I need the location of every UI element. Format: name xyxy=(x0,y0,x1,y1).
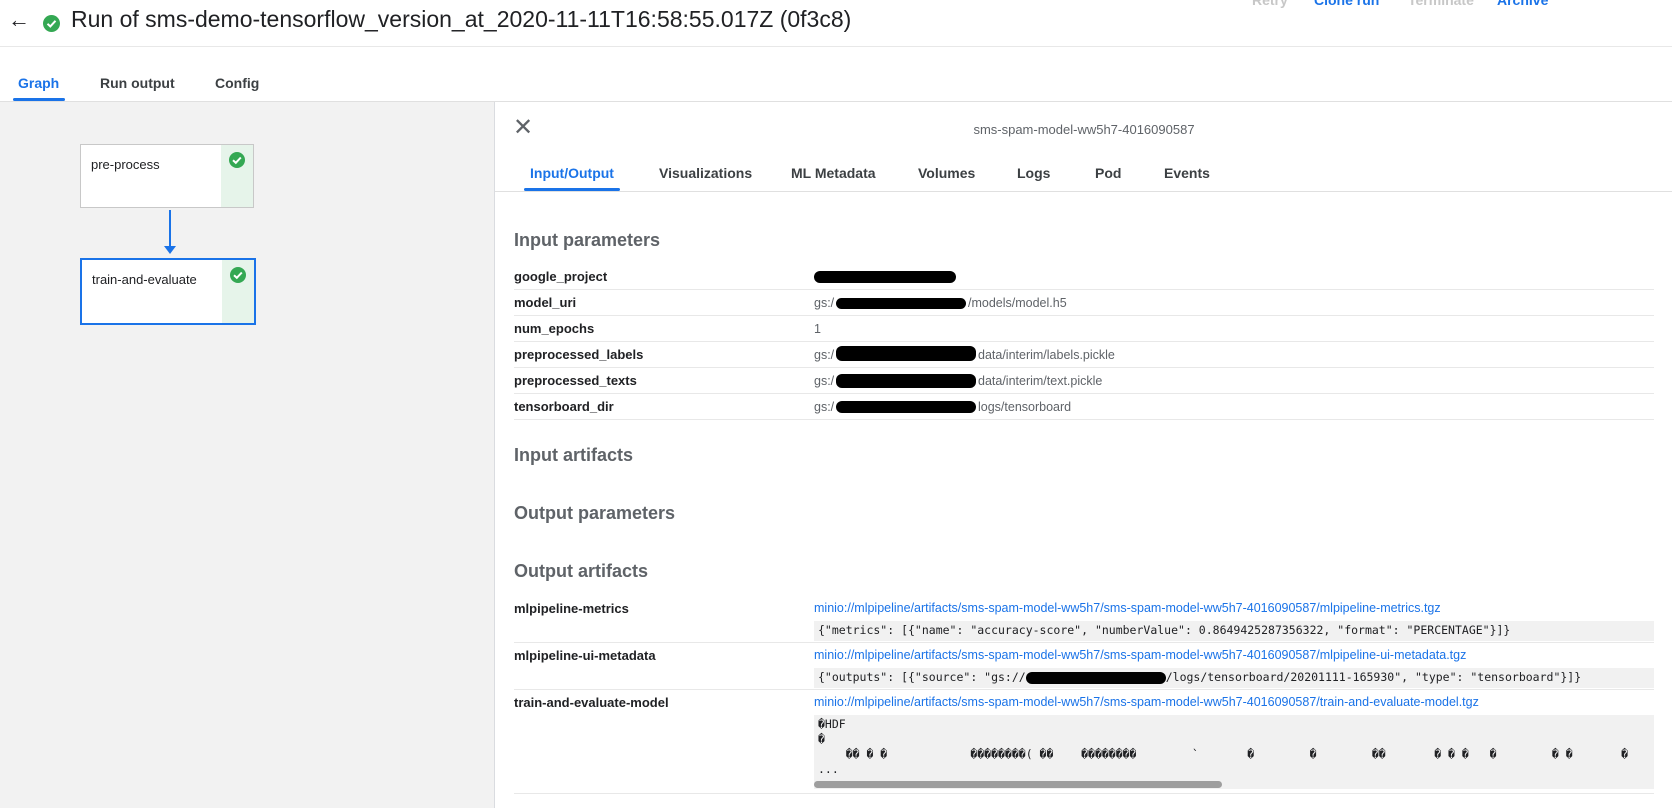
tab-input-output[interactable]: Input/Output xyxy=(530,165,614,181)
tab-graph[interactable]: Graph xyxy=(18,75,59,91)
pod-name: sms-spam-model-ww5h7-4016090587 xyxy=(973,122,1195,137)
param-row: tensorboard_dir gs:/ logs/tensorboard xyxy=(514,394,1654,420)
param-value-suffix: /models/model.h5 xyxy=(968,296,1067,310)
artifact-row: mlpipeline-ui-metadata minio://mlpipelin… xyxy=(514,643,1654,690)
param-row: num_epochs 1 xyxy=(514,316,1654,342)
terminate-button[interactable]: Terminate xyxy=(1408,0,1474,8)
param-key: preprocessed_labels xyxy=(514,347,644,362)
run-header: ← Run of sms-demo-tensorflow_version_at_… xyxy=(0,0,1672,47)
node-details-panel: ✕ sms-spam-model-ww5h7-4016090587 Input/… xyxy=(494,102,1672,808)
param-value-suffix: data/interim/text.pickle xyxy=(978,374,1103,388)
param-value-prefix: gs:/ xyxy=(814,400,835,414)
param-row: preprocessed_texts gs:/ data/interim/tex… xyxy=(514,368,1654,394)
tab-visualizations[interactable]: Visualizations xyxy=(659,165,752,181)
node-label: pre-process xyxy=(91,157,160,172)
tab-underline xyxy=(524,188,620,191)
retry-button[interactable]: Retry xyxy=(1252,0,1288,8)
redaction-mark xyxy=(836,374,976,388)
param-row: preprocessed_labels gs:/ data/interim/la… xyxy=(514,342,1654,368)
preview-line: �� � � ��������( �� �������� ` � � �� � … xyxy=(818,747,1629,761)
redaction-mark xyxy=(1025,671,1166,684)
artifact-key: mlpipeline-ui-metadata xyxy=(514,648,656,663)
graph-pane: pre-process train-and-evaluate xyxy=(0,102,494,808)
check-circle-icon xyxy=(229,152,245,168)
artifact-key: train-and-evaluate-model xyxy=(514,695,669,710)
param-value-prefix: gs:/ xyxy=(814,374,835,388)
edge-arrowhead xyxy=(164,246,176,254)
param-row: model_uri gs:/ /models/model.h5 xyxy=(514,290,1654,316)
graph-node-pre-process[interactable]: pre-process xyxy=(80,144,254,208)
tab-logs[interactable]: Logs xyxy=(1017,165,1050,181)
arrow-back-icon[interactable]: ← xyxy=(8,8,32,32)
horizontal-scrollbar[interactable] xyxy=(814,781,1222,788)
node-status xyxy=(222,260,254,323)
artifact-link[interactable]: minio://mlpipeline/artifacts/sms-spam-mo… xyxy=(814,648,1466,662)
section-output-parameters: Output parameters xyxy=(514,503,676,523)
node-label: train-and-evaluate xyxy=(92,272,197,287)
redaction-mark xyxy=(836,401,976,413)
check-circle-icon xyxy=(230,267,246,283)
artifact-preview: �HDF � �� � � ��������( �� �������� ` � �… xyxy=(814,715,1654,789)
graph-node-train-and-evaluate[interactable]: train-and-evaluate xyxy=(80,258,256,325)
artifact-link[interactable]: minio://mlpipeline/artifacts/sms-spam-mo… xyxy=(814,601,1441,615)
preview-line: �HDF xyxy=(818,717,846,731)
check-circle-icon xyxy=(43,15,60,32)
artifact-preview: {"outputs": [{"source": "gs:// /logs/tens… xyxy=(814,668,1654,688)
param-key: preprocessed_texts xyxy=(514,373,637,388)
artifact-preview-suffix: /logs/tensorboard/20201111-165930", "typ… xyxy=(1165,670,1582,684)
param-value: 1 xyxy=(814,322,821,336)
artifact-row: mlpipeline-metrics minio://mlpipeline/ar… xyxy=(514,596,1654,643)
section-input-parameters: Input parameters xyxy=(514,230,661,250)
tab-events[interactable]: Events xyxy=(1164,165,1210,181)
param-key: num_epochs xyxy=(514,321,595,336)
param-key: google_project xyxy=(514,269,608,284)
page-title: Run of sms-demo-tensorflow_version_at_20… xyxy=(71,6,852,32)
panel-tabs: Input/Output Visualizations ML Metadata … xyxy=(495,154,1672,192)
artifact-key: mlpipeline-metrics xyxy=(514,601,629,616)
tab-underline xyxy=(13,98,65,101)
redaction-mark xyxy=(836,298,966,309)
tab-pod[interactable]: Pod xyxy=(1095,165,1121,181)
graph-edge xyxy=(169,210,171,248)
tab-run-output[interactable]: Run output xyxy=(100,75,175,91)
tab-ml-metadata[interactable]: ML Metadata xyxy=(791,165,876,181)
clone-run-button[interactable]: Clone run xyxy=(1314,0,1379,8)
preview-line: � xyxy=(818,732,825,746)
param-row: google_project xyxy=(514,264,1654,290)
redaction-mark xyxy=(836,346,976,361)
artifact-link[interactable]: minio://mlpipeline/artifacts/sms-spam-mo… xyxy=(814,695,1479,709)
section-input-artifacts: Input artifacts xyxy=(514,445,634,465)
artifact-preview-prefix: {"outputs": [{"source": "gs:// xyxy=(818,670,1026,684)
param-value-suffix: data/interim/labels.pickle xyxy=(978,348,1115,362)
tab-config[interactable]: Config xyxy=(215,75,259,91)
archive-button[interactable]: Archive xyxy=(1497,0,1548,8)
section-output-artifacts: Output artifacts xyxy=(514,561,649,581)
artifact-row: train-and-evaluate-model minio://mlpipel… xyxy=(514,690,1654,794)
artifact-preview: {"metrics": [{"name": "accuracy-score", … xyxy=(814,621,1654,641)
param-key: model_uri xyxy=(514,295,577,310)
tab-volumes[interactable]: Volumes xyxy=(918,165,975,181)
main-tabs: Graph Run output Config xyxy=(0,47,1672,102)
preview-line: ... xyxy=(818,762,839,776)
node-status xyxy=(221,145,253,207)
param-key: tensorboard_dir xyxy=(514,399,614,414)
param-value-prefix: gs:/ xyxy=(814,296,835,310)
param-value-prefix: gs:/ xyxy=(814,348,835,362)
param-value-suffix: logs/tensorboard xyxy=(978,400,1072,414)
redaction-mark xyxy=(814,271,956,283)
